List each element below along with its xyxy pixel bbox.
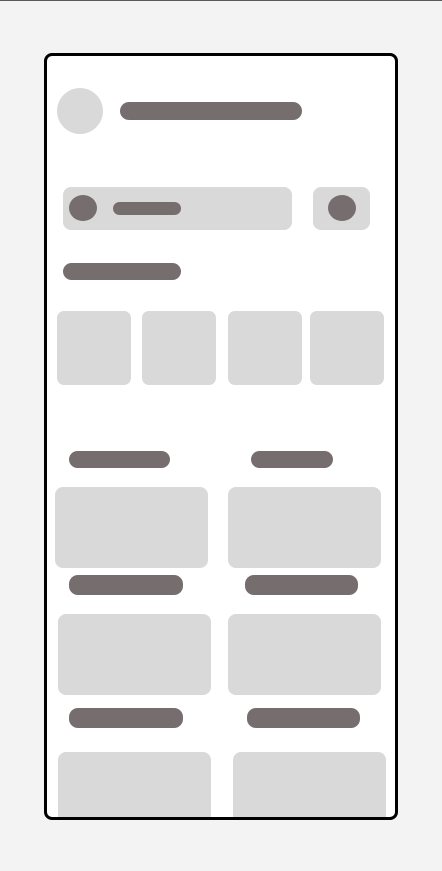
avatar[interactable] [57,88,103,134]
grid-card-5[interactable] [58,752,211,817]
app-page [0,0,442,871]
phone-frame [44,53,398,820]
categories-title [63,263,181,280]
search-icon [69,195,97,221]
grid-card-4[interactable] [228,614,381,695]
grid-card-3-caption [69,708,183,728]
grid-title-left [69,451,170,468]
grid-card-1[interactable] [55,487,208,568]
category-tile-2[interactable] [142,311,216,385]
category-tile-1[interactable] [57,311,131,385]
top-divider [0,0,442,1]
grid-card-6[interactable] [233,752,386,817]
grid-card-4-caption [247,708,360,728]
filter-button[interactable] [313,187,370,230]
search-input[interactable] [63,187,292,230]
search-placeholder [113,202,181,215]
grid-card-3[interactable] [58,614,211,695]
header-title [120,102,302,120]
category-tile-4[interactable] [310,311,384,385]
grid-card-1-caption [69,575,183,595]
category-tile-3[interactable] [228,311,302,385]
grid-card-2[interactable] [228,487,381,568]
filter-icon [328,195,356,221]
grid-title-right [251,451,333,468]
grid-card-2-caption [245,575,358,595]
